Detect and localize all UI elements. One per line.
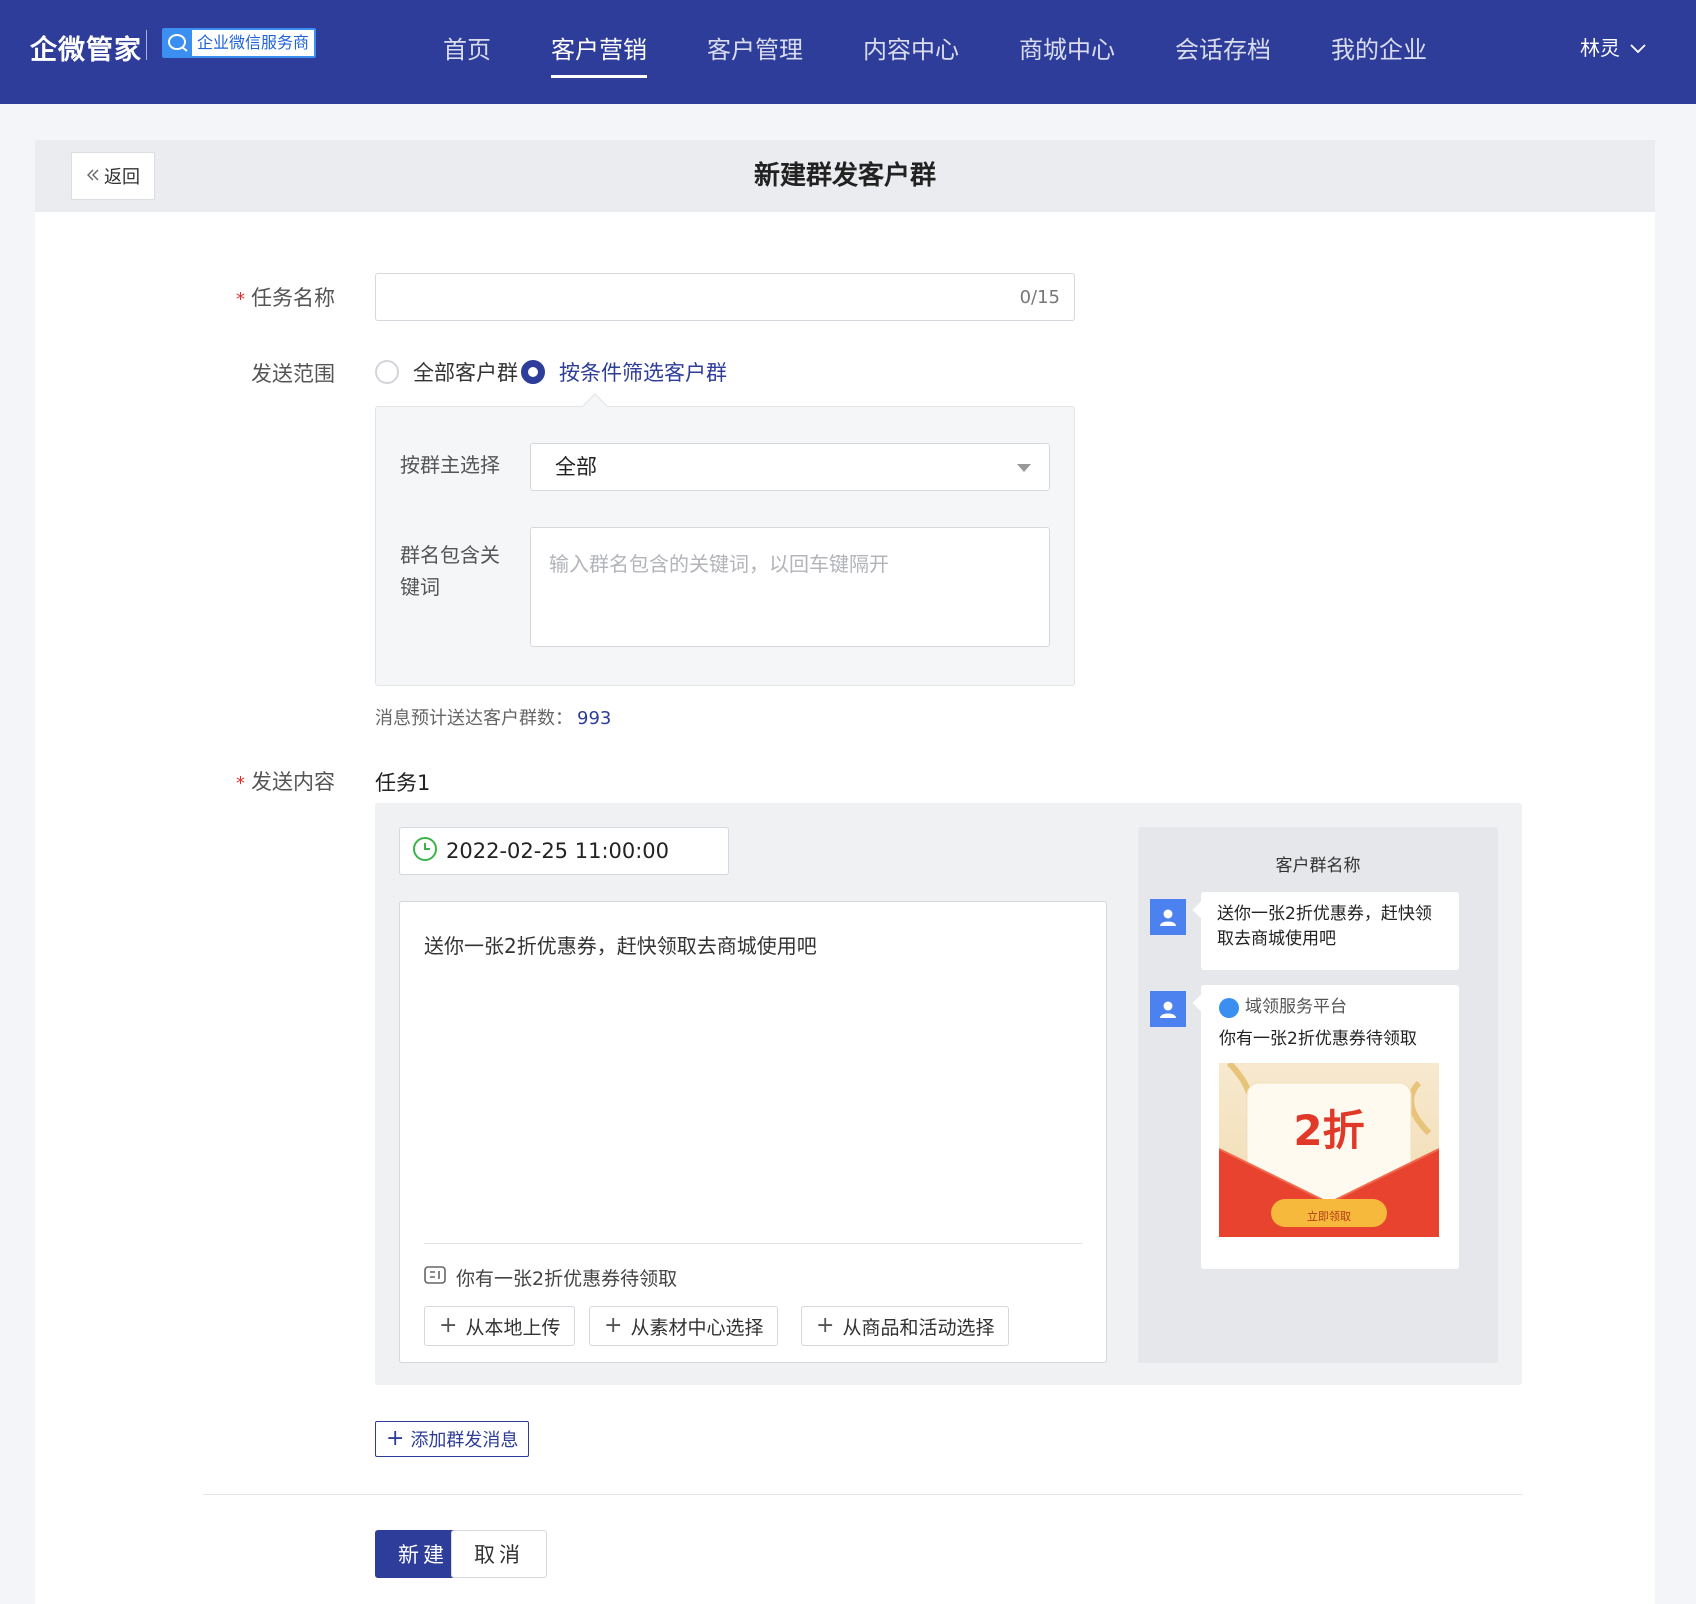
owner-select[interactable]: 全部	[530, 443, 1050, 491]
upload-local-button[interactable]: + 从本地上传	[424, 1306, 576, 1346]
message-editor[interactable]: 送你一张2折优惠券，赶快领取去商城使用吧 你有一张2折优惠券待领取 + 从本地上…	[399, 901, 1107, 1363]
mini-program-source: 域领服务平台	[1219, 995, 1347, 1020]
radio-checked-icon	[521, 360, 545, 384]
keyword-filter-label: 群名包含关 键词	[400, 543, 500, 599]
avatar	[1150, 991, 1186, 1027]
coupon-value: 2折	[1293, 1106, 1365, 1155]
mini-program-logo-icon	[1219, 997, 1239, 1018]
back-button[interactable]: 返回	[71, 152, 155, 200]
service-provider-badge: 企业微信服务商	[162, 28, 317, 58]
radio-filter-groups-label: 按条件筛选客户群	[559, 361, 727, 385]
task-name-label: * 任务名称	[236, 286, 335, 310]
brand-logo[interactable]: 企微管家	[30, 28, 142, 67]
filter-panel: 按群主选择 全部 群名包含关 键词 输入群名包含的关键词，以回车键隔开	[375, 393, 1075, 686]
estimate-text: 消息预计送达客户群数： 993	[375, 708, 612, 729]
send-scope-label: 发送范围	[251, 362, 335, 386]
add-message-button[interactable]: + 添加群发消息	[375, 1421, 530, 1457]
footer-divider	[203, 1494, 1522, 1495]
user-icon	[1160, 909, 1176, 926]
double-chevron-left-icon	[86, 166, 100, 187]
editor-divider	[424, 1243, 1082, 1244]
plus-icon: +	[604, 1313, 623, 1338]
user-icon	[1160, 1001, 1176, 1018]
datetime-value: 2022-02-25 11:00:00	[446, 839, 670, 863]
nav-item-session-archive[interactable]: 会话存档	[1175, 30, 1271, 65]
avatar	[1150, 899, 1186, 935]
select-material-button[interactable]: + 从素材中心选择	[589, 1306, 779, 1346]
attachment-title: 你有一张2折优惠券待领取	[456, 1268, 678, 1290]
preview-text-bubble: 送你一张2折优惠券，赶快领 取去商城使用吧	[1201, 892, 1459, 970]
filter-panel-pointer	[582, 393, 608, 419]
cancel-button[interactable]: 取消	[451, 1530, 547, 1578]
nav-item-my-enterprise[interactable]: 我的企业	[1331, 30, 1427, 65]
mini-program-icon	[424, 1266, 446, 1289]
radio-unchecked-icon	[375, 360, 399, 384]
radio-all-groups[interactable]: 全部客户群	[375, 357, 518, 387]
user-menu[interactable]: 林灵	[1580, 32, 1646, 61]
task-name-input[interactable]: 0/15	[375, 273, 1075, 321]
select-product-button[interactable]: + 从商品和活动选择	[801, 1306, 1010, 1346]
nav-item-customer-marketing[interactable]: 客户营销	[551, 30, 647, 65]
nav-item-customer-management[interactable]: 客户管理	[707, 30, 803, 65]
brand-separator	[146, 30, 147, 60]
message-text: 送你一张2折优惠券，赶快领取去商城使用吧	[424, 934, 817, 958]
send-content-label: * 发送内容	[236, 770, 335, 794]
char-counter: 0/15	[1019, 287, 1060, 308]
nav-item-mall-center[interactable]: 商城中心	[1019, 30, 1115, 65]
top-nav: 企微管家 企业微信服务商 首页 客户营销 客户管理 内容中心 商城中心 会话存档…	[0, 0, 1696, 104]
attachment-item[interactable]: 你有一张2折优惠券待领取	[424, 1264, 677, 1291]
keyword-placeholder: 输入群名包含的关键词，以回车键隔开	[549, 552, 889, 576]
card-header: 新建群发客户群 返回	[35, 140, 1655, 212]
message-preview: 客户群名称 送你一张2折优惠券，赶快领 取去商城使用吧 域领服务平台 你有一张2…	[1138, 827, 1498, 1363]
preview-group-name: 客户群名称	[1275, 856, 1361, 876]
radio-filter-groups[interactable]: 按条件筛选客户群	[521, 357, 727, 387]
back-label: 返回	[104, 167, 140, 188]
user-name: 林灵	[1580, 36, 1620, 60]
owner-select-value: 全部	[555, 455, 597, 479]
mini-program-title: 你有一张2折优惠券待领取	[1219, 1029, 1417, 1049]
radio-all-groups-label: 全部客户群	[413, 361, 518, 385]
preview-mini-program-card: 域领服务平台 你有一张2折优惠券待领取 2折 立即领取	[1201, 985, 1459, 1269]
caret-down-icon	[1017, 464, 1031, 472]
wecom-chat-icon	[164, 30, 192, 56]
coupon-claim-button: 立即领取	[1307, 1210, 1351, 1223]
nav-item-home[interactable]: 首页	[443, 30, 491, 65]
main-card: 新建群发客户群 返回 * 任务名称 0/15 发送范围 全部客户群 按条件筛选客户…	[35, 140, 1655, 1604]
page-title: 新建群发客户群	[753, 161, 936, 191]
keyword-input[interactable]: 输入群名包含的关键词，以回车键隔开	[530, 527, 1050, 647]
coupon-image: 2折 立即领取	[1219, 1063, 1439, 1237]
nav-item-content-center[interactable]: 内容中心	[863, 30, 959, 65]
chevron-down-icon	[1630, 35, 1646, 59]
estimate-count: 993	[577, 708, 612, 729]
plus-icon: +	[816, 1313, 835, 1338]
required-mark: *	[236, 289, 245, 310]
required-mark: *	[236, 773, 245, 794]
badge-label: 企业微信服务商	[192, 30, 315, 56]
plus-icon: +	[386, 1426, 405, 1451]
plus-icon: +	[439, 1313, 458, 1338]
task-panel: 2022-02-25 11:00:00 送你一张2折优惠券，赶快领取去商城使用吧…	[375, 803, 1522, 1385]
owner-filter-label: 按群主选择	[400, 453, 500, 477]
task-title: 任务1	[375, 771, 431, 795]
datetime-picker[interactable]: 2022-02-25 11:00:00	[399, 827, 729, 875]
clock-icon	[412, 836, 438, 867]
nav-active-indicator	[551, 75, 647, 78]
